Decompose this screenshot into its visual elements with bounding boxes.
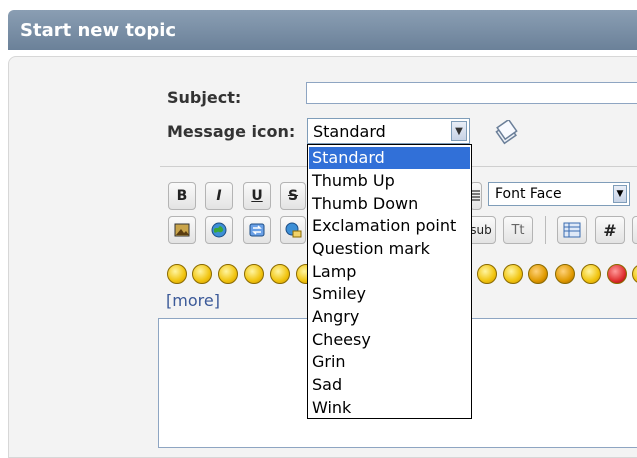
font-face-value: Font Face (495, 186, 562, 202)
wink-icon[interactable] (192, 264, 212, 284)
page-title: Start new topic (20, 20, 177, 41)
font-face-select[interactable]: Font Face ▼ (488, 182, 630, 206)
icon-option-thumb-up[interactable]: Thumb Up (309, 170, 470, 192)
icon-option-sad[interactable]: Sad (309, 374, 470, 396)
icon-option-smiley[interactable]: Smiley (309, 283, 470, 305)
embarrassed-icon[interactable] (477, 264, 497, 284)
evil-icon[interactable] (528, 264, 548, 284)
more-tools-button[interactable] (632, 216, 637, 244)
icon-option-lamp[interactable]: Lamp (309, 261, 470, 283)
message-icon-value: Standard (313, 122, 386, 141)
globe-mail-icon (285, 222, 302, 238)
image-button[interactable] (168, 216, 196, 244)
subject-input[interactable] (306, 82, 637, 104)
code-button[interactable]: # (595, 216, 625, 244)
icon-option-wink[interactable]: Wink (309, 397, 470, 419)
message-icon-dropdown: Standard Thumb Up Thumb Down Exclamation… (307, 144, 472, 419)
wink-smiley-icon[interactable] (581, 264, 601, 284)
bold-button[interactable]: B (168, 182, 196, 210)
icon-option-exclamation[interactable]: Exclamation point (309, 215, 470, 237)
table-icon (563, 222, 581, 238)
icon-option-grin[interactable]: Grin (309, 351, 470, 373)
cry-icon[interactable] (244, 264, 264, 284)
strikethrough-button[interactable]: S (280, 182, 306, 210)
icon-option-thumb-down[interactable]: Thumb Down (309, 193, 470, 215)
message-icon-select[interactable]: Standard ▼ (307, 118, 470, 144)
message-icon-label: Message icon: (167, 122, 296, 141)
message-icon-preview-icon (495, 120, 518, 145)
tongue-icon[interactable] (607, 264, 627, 284)
table-button[interactable] (557, 216, 587, 244)
chevron-down-icon[interactable]: ▼ (451, 121, 467, 141)
chevron-down-icon[interactable]: ▼ (613, 185, 627, 203)
transfer-icon (249, 223, 265, 237)
page-header: Start new topic (8, 10, 637, 50)
email-link-button[interactable] (280, 216, 306, 244)
more-smileys-link[interactable]: [more] (166, 291, 220, 310)
teletype-button[interactable]: Tt (503, 216, 533, 244)
rolleyes-icon[interactable] (503, 264, 523, 284)
smiley-icon[interactable] (167, 264, 187, 284)
ftp-link-button[interactable] (243, 216, 271, 244)
italic-button[interactable]: I (205, 182, 233, 210)
web-link-button[interactable] (205, 216, 233, 244)
icon-option-standard[interactable]: Standard (309, 147, 470, 169)
icon-option-angry[interactable]: Angry (309, 306, 470, 328)
toolbar-separator (545, 216, 546, 244)
image-icon (174, 223, 190, 237)
icon-option-cheesy[interactable]: Cheesy (309, 329, 470, 351)
angry-devil-icon[interactable] (555, 264, 575, 284)
justify-icon (472, 190, 480, 201)
sad-icon[interactable] (218, 264, 238, 284)
shocked-icon[interactable] (270, 264, 290, 284)
subject-label: Subject: (167, 88, 242, 107)
icon-option-question[interactable]: Question mark (309, 238, 470, 260)
globe-icon (211, 222, 227, 238)
underline-button[interactable]: U (243, 182, 271, 210)
